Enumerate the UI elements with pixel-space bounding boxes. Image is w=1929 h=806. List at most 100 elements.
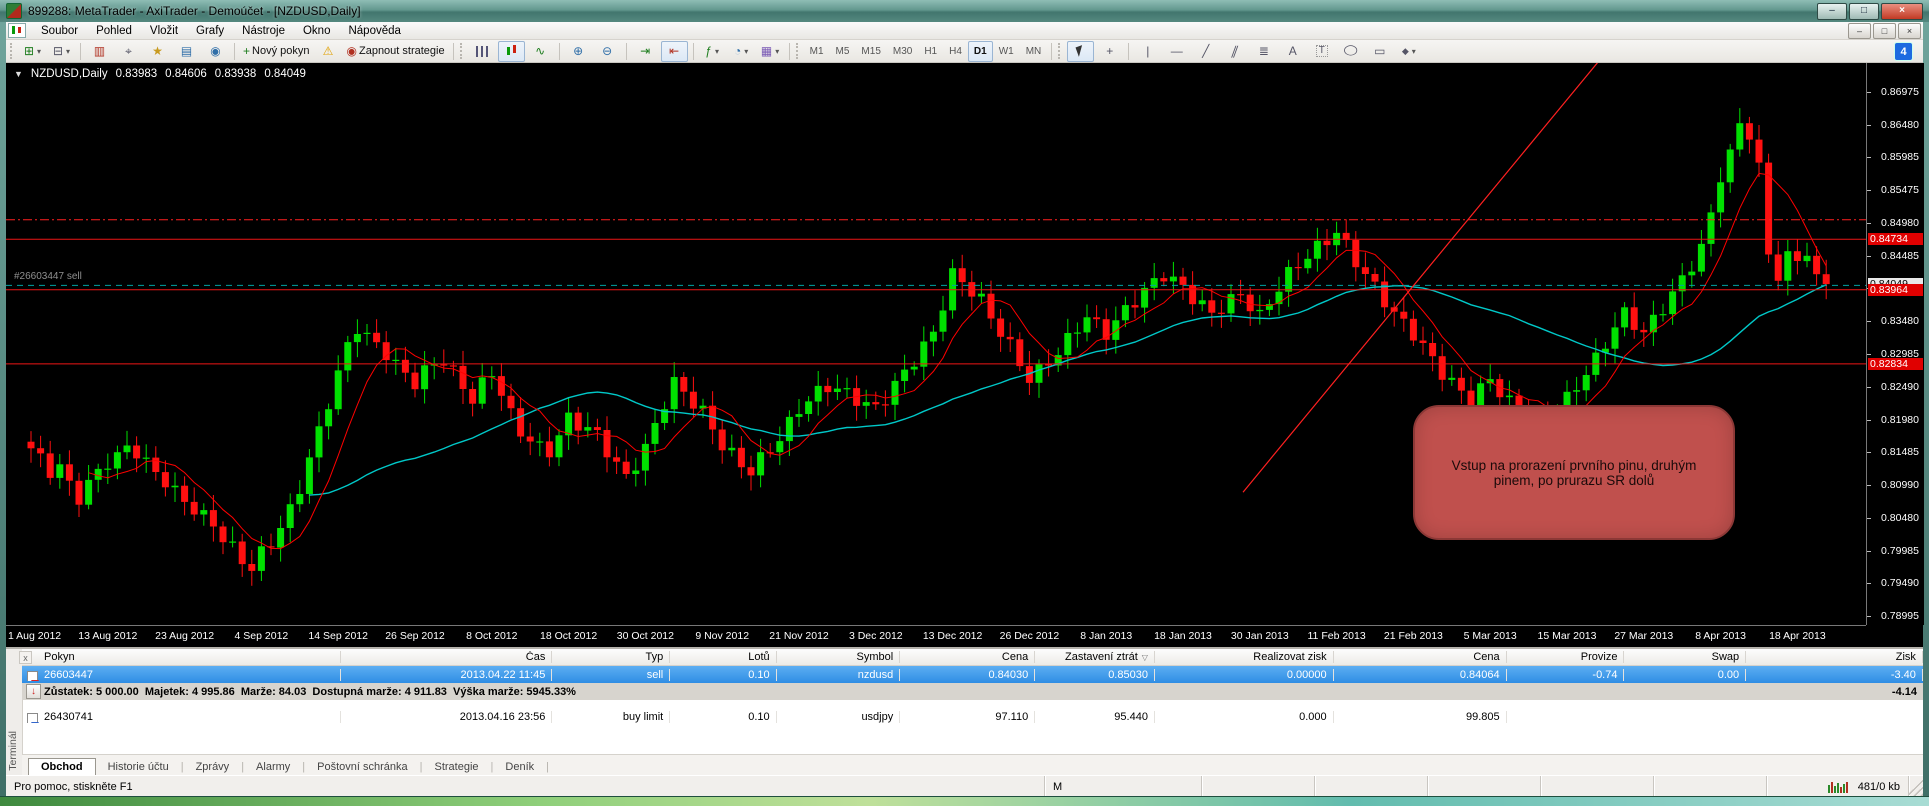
col-cena2[interactable]: Cena bbox=[1334, 651, 1507, 663]
terminal-button[interactable]: ▤ bbox=[173, 41, 200, 62]
zoom-in-button[interactable]: ⊕ bbox=[565, 41, 592, 62]
menu-okno[interactable]: Okno bbox=[294, 24, 340, 38]
chart-shift-button[interactable]: ⇤ bbox=[661, 41, 688, 62]
chart-annotation-note[interactable]: Vstup na prorazení prvního pinu, druhým … bbox=[1413, 405, 1735, 540]
symbol-collapse-icon[interactable]: ▼ bbox=[14, 69, 23, 79]
window-minimize-button[interactable]: – bbox=[1817, 3, 1847, 20]
candlestick-chart-button[interactable] bbox=[498, 41, 525, 62]
tab-obchod[interactable]: Obchod bbox=[28, 758, 96, 776]
menu-napoveda[interactable]: Nápověda bbox=[339, 24, 409, 38]
tab-historie-uctu[interactable]: Historie účtu bbox=[96, 759, 181, 775]
balance-row[interactable]: ↓ Zůstatek: 5 000.00 Majetek: 4 995.86 M… bbox=[22, 683, 1923, 700]
rectangle-button[interactable]: ▭ bbox=[1366, 41, 1393, 62]
col-swap[interactable]: Swap bbox=[1624, 651, 1746, 663]
menu-soubor[interactable]: Soubor bbox=[32, 24, 87, 38]
terminal-close-button[interactable]: x bbox=[19, 651, 32, 664]
price-axis-label: 0.86480 bbox=[1881, 119, 1919, 131]
menu-nastroje[interactable]: Nástroje bbox=[233, 24, 294, 38]
price-axis-label: 0.81980 bbox=[1881, 414, 1919, 426]
candlestick-plot[interactable] bbox=[6, 63, 1866, 625]
data-window-button[interactable]: ⌖ bbox=[115, 41, 142, 62]
arrows-button[interactable]: ◆▾ bbox=[1395, 41, 1422, 62]
cursor-button[interactable] bbox=[1067, 41, 1094, 62]
toolbar-grip[interactable] bbox=[10, 43, 16, 59]
col-typ[interactable]: Typ bbox=[552, 651, 670, 663]
status-cell-empty bbox=[1654, 776, 1767, 797]
window-close-button[interactable]: × bbox=[1881, 3, 1923, 20]
date-axis-label: 23 Aug 2012 bbox=[155, 630, 214, 642]
toolbar-grip[interactable] bbox=[796, 43, 802, 59]
col-zisk[interactable]: Zisk bbox=[1746, 651, 1923, 663]
timeframe-m15[interactable]: M15 bbox=[855, 41, 886, 62]
date-axis[interactable]: 1 Aug 201213 Aug 201223 Aug 20124 Sep 20… bbox=[6, 625, 1866, 648]
window-restore-button[interactable]: □ bbox=[1849, 3, 1879, 20]
col-lotu[interactable]: Lotů bbox=[670, 651, 776, 663]
expert-advisors-button[interactable]: ◉Zapnout strategie bbox=[344, 41, 448, 62]
indicators-button[interactable]: ƒ▾ bbox=[699, 41, 726, 62]
timeframe-m30[interactable]: M30 bbox=[887, 41, 918, 62]
menu-vlozit[interactable]: Vložit bbox=[141, 24, 187, 38]
market-watch-button[interactable]: ▥ bbox=[86, 41, 113, 62]
chart-window-icon[interactable] bbox=[8, 23, 26, 38]
trendline-button[interactable]: ╱ bbox=[1192, 41, 1219, 62]
vertical-line-button[interactable]: | bbox=[1134, 41, 1161, 62]
resize-grip[interactable] bbox=[1909, 776, 1923, 797]
col-cas[interactable]: Čas bbox=[341, 651, 552, 663]
timeframe-w1[interactable]: W1 bbox=[993, 41, 1020, 62]
timeframe-d1[interactable]: D1 bbox=[968, 41, 993, 62]
order-row-selected[interactable]: 26603447 2013.04.22 11:45 sell 0.10 nzdu… bbox=[22, 666, 1923, 683]
date-axis-label: 8 Jan 2013 bbox=[1080, 630, 1132, 642]
timeframe-h1[interactable]: H1 bbox=[918, 41, 943, 62]
new-order-button[interactable]: +Nový pokyn bbox=[240, 41, 313, 62]
col-cena[interactable]: Cena bbox=[900, 651, 1035, 663]
col-symbol[interactable]: Symbol bbox=[777, 651, 901, 663]
timeframe-mn[interactable]: MN bbox=[1020, 41, 1048, 62]
balance-profit: -4.14 bbox=[1746, 686, 1923, 698]
auto-scroll-button[interactable]: ⇥ bbox=[632, 41, 659, 62]
profiles-button[interactable]: ⊟▾ bbox=[48, 41, 75, 62]
price-axis[interactable]: 0.869750.864800.859850.854750.849800.844… bbox=[1866, 63, 1924, 625]
zoom-out-button[interactable]: ⊖ bbox=[594, 41, 621, 62]
col-pokyn[interactable]: Pokyn bbox=[22, 651, 341, 663]
tab-strategie[interactable]: Strategie bbox=[423, 759, 491, 775]
bar-chart-icon bbox=[476, 46, 488, 57]
col-realizovat[interactable]: Realizovat zisk bbox=[1155, 651, 1334, 663]
order-row-pending[interactable]: 26430741 2013.04.16 23:56 buy limit 0.10… bbox=[22, 708, 1923, 725]
menu-pohled[interactable]: Pohled bbox=[87, 24, 141, 38]
periods-button[interactable]: ◔▾ bbox=[728, 41, 755, 62]
bar-chart-button[interactable] bbox=[469, 41, 496, 62]
price-axis-label: 0.78995 bbox=[1881, 610, 1919, 622]
tab-postovni-schranka[interactable]: Poštovní schránka bbox=[305, 759, 420, 775]
text-label-button[interactable]: T bbox=[1308, 41, 1335, 62]
tab-zpravy[interactable]: Zprávy bbox=[184, 759, 242, 775]
new-chart-button[interactable]: ⊞▾ bbox=[19, 41, 46, 62]
col-provize[interactable]: Provize bbox=[1507, 651, 1625, 663]
child-minimize-button[interactable]: – bbox=[1848, 23, 1871, 39]
text-button[interactable]: A bbox=[1279, 41, 1306, 62]
bid-line-badge: 0.83964 bbox=[1868, 284, 1923, 296]
horizontal-line-button[interactable]: — bbox=[1163, 41, 1190, 62]
orders-table: Pokyn Čas Typ Lotů Symbol Cena Zastavení… bbox=[22, 649, 1923, 725]
tab-alarmy[interactable]: Alarmy bbox=[244, 759, 302, 775]
tab-denik[interactable]: Deník bbox=[493, 759, 546, 775]
channel-button[interactable]: ∥ bbox=[1221, 41, 1248, 62]
navigator-button[interactable]: ★ bbox=[144, 41, 171, 62]
timeframe-m5[interactable]: M5 bbox=[830, 41, 856, 62]
ellipse-button[interactable]: ◯ bbox=[1337, 41, 1364, 62]
col-zastaveni[interactable]: Zastavení ztrát▽ bbox=[1035, 651, 1155, 663]
timeframe-m1[interactable]: M1 bbox=[804, 41, 830, 62]
child-close-button[interactable]: × bbox=[1898, 23, 1921, 39]
fibonacci-button[interactable]: ≣ bbox=[1250, 41, 1277, 62]
crosshair-button[interactable]: + bbox=[1096, 41, 1123, 62]
metaeditor-button[interactable]: ⚠ bbox=[315, 41, 342, 62]
menu-grafy[interactable]: Grafy bbox=[187, 24, 233, 38]
chart-window[interactable]: ▼ NZDUSD,Daily 0.83983 0.84606 0.83938 0… bbox=[6, 63, 1923, 647]
toolbar-grip[interactable] bbox=[1058, 43, 1064, 59]
line-chart-button[interactable]: ∿ bbox=[527, 41, 554, 62]
timeframe-h4[interactable]: H4 bbox=[943, 41, 968, 62]
templates-button[interactable]: ▦▾ bbox=[757, 41, 784, 62]
child-restore-button[interactable]: □ bbox=[1873, 23, 1896, 39]
toolbar-grip[interactable] bbox=[460, 43, 466, 59]
notification-badge[interactable]: 4 bbox=[1894, 42, 1913, 61]
strategy-tester-button[interactable]: ◉ bbox=[202, 41, 229, 62]
